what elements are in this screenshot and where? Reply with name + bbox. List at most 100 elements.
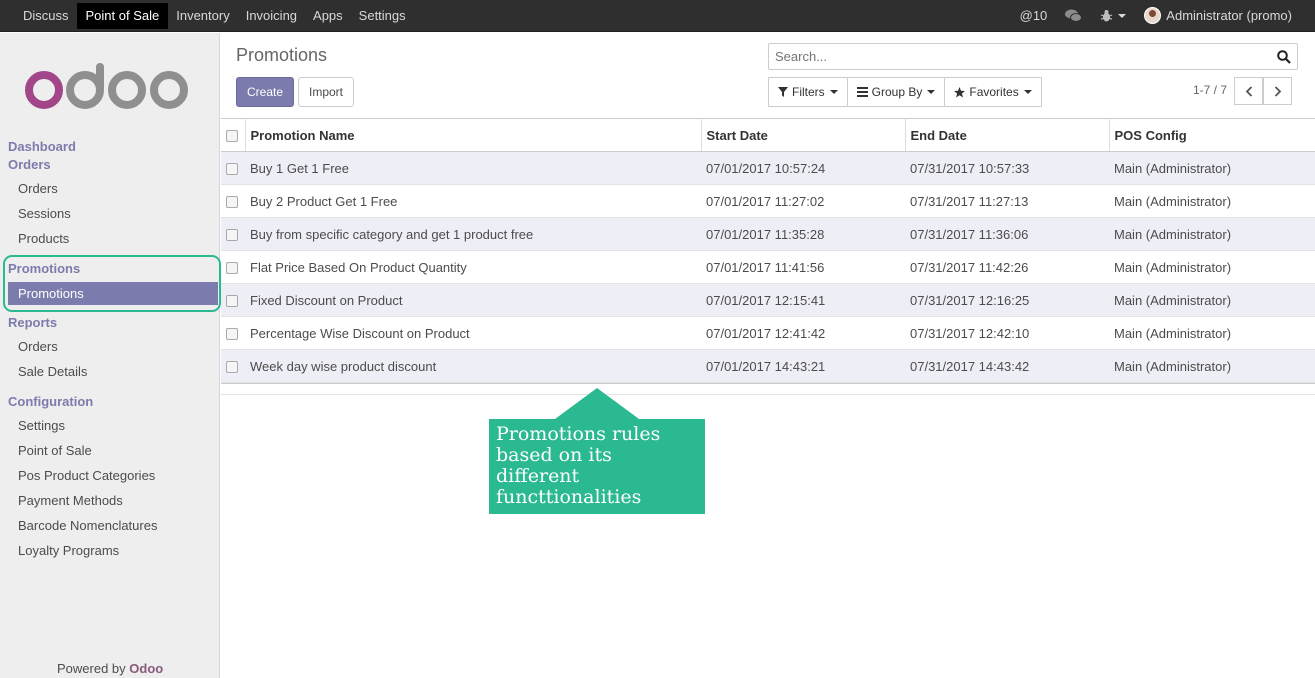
odoo-logo: [25, 63, 188, 109]
favorites-button[interactable]: Favorites: [944, 77, 1042, 107]
table-row[interactable]: Buy from specific category and get 1 pro…: [221, 217, 1315, 251]
cell-promotion-name: Flat Price Based On Product Quantity: [245, 250, 701, 284]
cell-start-date: 07/01/2017 11:41:56: [701, 250, 905, 284]
sidebar-item-orders[interactable]: Orders: [18, 181, 58, 196]
mentions-button[interactable]: @10: [1011, 8, 1057, 23]
mentions-count: @10: [1019, 8, 1048, 23]
column-header-start-date[interactable]: Start Date: [701, 118, 906, 152]
cell-pos-config: Main (Administrator): [1109, 349, 1315, 383]
cell-pos-config: Main (Administrator): [1109, 316, 1315, 350]
menu-inventory[interactable]: Inventory: [168, 0, 237, 32]
create-button[interactable]: Create: [236, 77, 294, 107]
main-content: Promotions Create Import Filters Group B…: [221, 33, 1315, 678]
table-row[interactable]: Week day wise product discount 07/01/201…: [221, 349, 1315, 383]
row-checkbox[interactable]: [226, 262, 238, 275]
column-header-end-date[interactable]: End Date: [905, 118, 1110, 152]
chevron-right-icon: [1274, 85, 1281, 97]
list-icon: [856, 87, 868, 97]
filter-icon: [778, 87, 788, 97]
sidebar-item-barcode-nomenclatures[interactable]: Barcode Nomenclatures: [18, 518, 157, 533]
group-by-label: Group By: [871, 85, 923, 99]
chevron-down-icon: [1023, 90, 1032, 94]
star-icon: [954, 86, 966, 97]
menu-point-of-sale[interactable]: Point of Sale: [76, 2, 169, 29]
cell-end-date: 07/31/2017 11:42:26: [905, 250, 1109, 284]
sidebar-item-pos-product-categories[interactable]: Pos Product Categories: [18, 468, 155, 483]
filters-button[interactable]: Filters: [768, 77, 848, 107]
menu-discuss[interactable]: Discuss: [15, 0, 77, 32]
sidebar-item-sale-details[interactable]: Sale Details: [18, 364, 87, 379]
table-row[interactable]: Buy 2 Product Get 1 Free 07/01/2017 11:2…: [221, 184, 1315, 218]
sidebar-item-payment-methods[interactable]: Payment Methods: [18, 493, 123, 508]
cell-end-date: 07/31/2017 12:42:10: [905, 316, 1109, 350]
pager-previous-button[interactable]: [1234, 77, 1263, 105]
systray: @10 Administrator (promo): [1011, 0, 1315, 32]
cell-promotion-name: Buy from specific category and get 1 pro…: [245, 217, 701, 251]
import-button[interactable]: Import: [298, 77, 354, 107]
cell-promotion-name: Fixed Discount on Product: [245, 283, 701, 317]
powered-by: Powered by Odoo: [57, 661, 163, 676]
bug-icon: [1101, 9, 1113, 21]
row-checkbox-cell: [221, 349, 245, 383]
sidebar-section-reports: Reports: [8, 315, 58, 330]
page-title: Promotions: [236, 45, 328, 65]
sidebar: Dashboard Orders Orders Sessions Product…: [0, 33, 221, 678]
table-row[interactable]: Flat Price Based On Product Quantity 07/…: [221, 250, 1315, 284]
promotions-table: Promotion Name Start Date End Date POS C…: [221, 118, 1315, 383]
cell-pos-config: Main (Administrator): [1109, 250, 1315, 284]
table-row[interactable]: Percentage Wise Discount on Product 07/0…: [221, 316, 1315, 350]
search-input[interactable]: [769, 44, 1259, 69]
search-options: Filters Group By Favorites: [768, 77, 1042, 107]
column-header-pos-config[interactable]: POS Config: [1109, 118, 1315, 152]
menu-invoicing[interactable]: Invoicing: [238, 0, 305, 32]
sidebar-section-dashboard[interactable]: Dashboard: [8, 139, 76, 154]
sidebar-item-sessions[interactable]: Sessions: [18, 206, 71, 221]
row-checkbox-cell: [221, 316, 245, 350]
column-header-promotion-name[interactable]: Promotion Name: [245, 118, 702, 152]
debug-menu-button[interactable]: [1091, 9, 1135, 23]
menu-settings[interactable]: Settings: [351, 0, 414, 32]
cell-end-date: 07/31/2017 11:36:06: [905, 217, 1109, 251]
row-checkbox-cell: [221, 151, 245, 185]
sidebar-item-settings[interactable]: Settings: [18, 418, 65, 433]
cell-pos-config: Main (Administrator): [1109, 217, 1315, 251]
sidebar-section-orders: Orders: [8, 157, 51, 172]
chat-bubbles-icon: [1065, 9, 1083, 22]
callout-pointer: [555, 388, 639, 419]
pager-value[interactable]: 1-7 / 7: [1193, 83, 1227, 97]
row-checkbox-cell: [221, 283, 245, 317]
chat-button[interactable]: [1056, 9, 1091, 23]
row-checkbox[interactable]: [226, 328, 238, 341]
cell-promotion-name: Buy 2 Product Get 1 Free: [245, 184, 701, 218]
table-row[interactable]: Buy 1 Get 1 Free 07/01/2017 10:57:24 07/…: [221, 151, 1315, 185]
row-checkbox[interactable]: [226, 229, 238, 242]
chevron-down-icon: [927, 90, 936, 94]
cell-start-date: 07/01/2017 12:15:41: [701, 283, 905, 317]
user-menu[interactable]: Administrator (promo): [1135, 7, 1301, 24]
sidebar-item-point-of-sale[interactable]: Point of Sale: [18, 443, 92, 458]
cell-start-date: 07/01/2017 11:35:28: [701, 217, 905, 251]
group-by-button[interactable]: Group By: [846, 77, 946, 107]
menu-apps[interactable]: Apps: [305, 0, 351, 32]
pager-next-button[interactable]: [1263, 77, 1292, 105]
powered-by-text: Powered by: [57, 661, 126, 676]
row-checkbox[interactable]: [226, 196, 238, 209]
row-checkbox-cell: [221, 250, 245, 284]
favorites-label: Favorites: [969, 85, 1019, 99]
cell-end-date: 07/31/2017 12:16:25: [905, 283, 1109, 317]
cell-start-date: 07/01/2017 11:27:02: [701, 184, 905, 218]
app-menu: Discuss Point of Sale Inventory Invoicin…: [0, 0, 414, 32]
search-icon[interactable]: [1277, 50, 1291, 64]
sidebar-item-report-orders[interactable]: Orders: [18, 339, 58, 354]
powered-by-link[interactable]: Odoo: [129, 661, 163, 676]
row-checkbox[interactable]: [226, 361, 238, 374]
table-row[interactable]: Fixed Discount on Product 07/01/2017 12:…: [221, 283, 1315, 317]
select-all-checkbox[interactable]: [226, 130, 238, 143]
sidebar-item-loyalty-programs[interactable]: Loyalty Programs: [18, 543, 119, 558]
row-checkbox[interactable]: [226, 295, 238, 308]
cell-pos-config: Main (Administrator): [1109, 283, 1315, 317]
sidebar-item-products[interactable]: Products: [18, 231, 69, 246]
row-checkbox[interactable]: [226, 163, 238, 176]
cell-start-date: 07/01/2017 10:57:24: [701, 151, 905, 185]
cell-end-date: 07/31/2017 10:57:33: [905, 151, 1109, 185]
